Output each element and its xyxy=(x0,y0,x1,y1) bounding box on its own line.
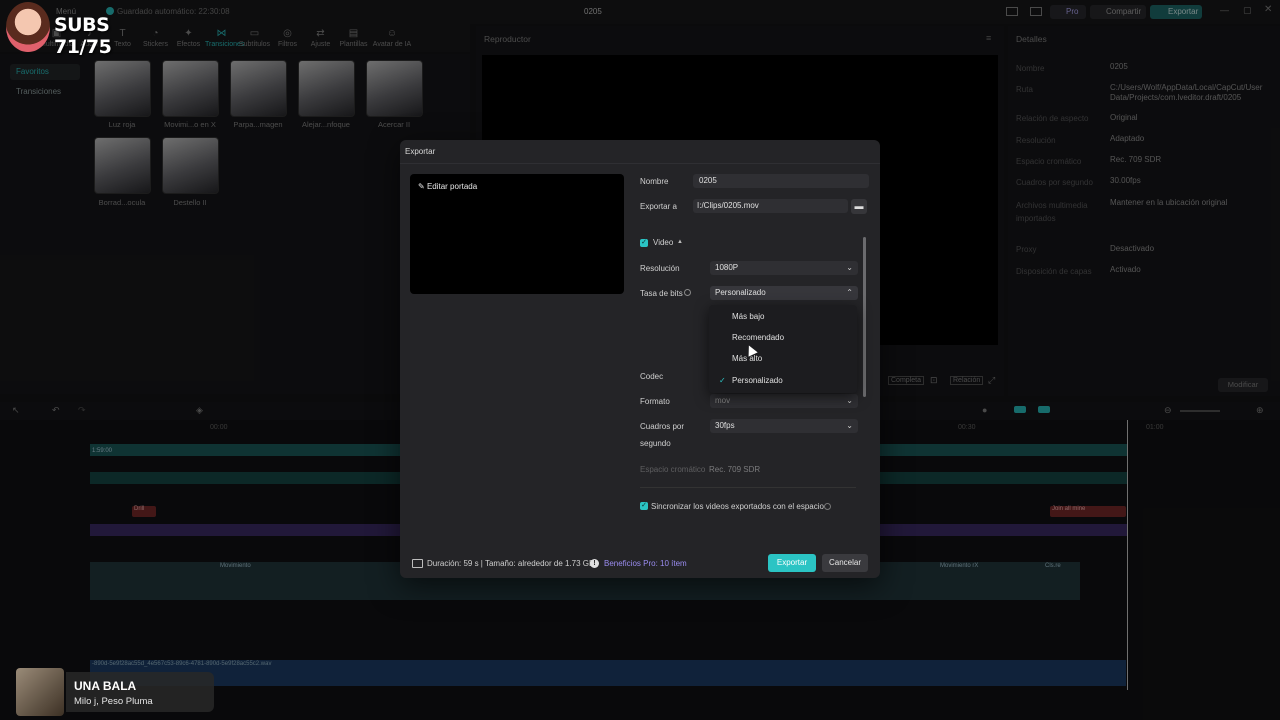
subs-counter: SUBS 71/75 xyxy=(54,14,112,58)
streamer-avatar xyxy=(6,2,50,52)
bitrate-option-custom[interactable]: Personalizado xyxy=(732,376,783,385)
bitrate-option-lowest[interactable]: Más bajo xyxy=(732,312,764,321)
colorspace-value: Rec. 709 SDR xyxy=(709,465,761,474)
fps-label-line2: segundo xyxy=(640,439,671,448)
resolution-select[interactable]: 1080P ⌄ xyxy=(710,261,858,275)
edit-cover-button[interactable]: ✎ Editar portada xyxy=(418,182,477,191)
subs-counter-widget: SUBS 71/75 xyxy=(0,0,160,58)
chevron-down-icon: ⌄ xyxy=(846,421,853,430)
chevron-down-icon: ⌄ xyxy=(846,263,853,272)
check-icon: ✓ xyxy=(719,376,726,385)
fps-select[interactable]: 30fps ⌄ xyxy=(710,419,858,433)
now-playing-box: UNA BALA Milo j, Peso Pluma xyxy=(66,672,214,712)
bitrate-dropdown: Más bajo Recomendado Más alto ✓ Personal… xyxy=(709,305,857,393)
divider xyxy=(640,487,856,488)
format-select[interactable]: mov ⌄ xyxy=(710,394,858,408)
scrollbar[interactable] xyxy=(863,237,866,397)
export-to-label: Exportar a xyxy=(640,202,677,211)
info-icon[interactable] xyxy=(684,289,691,296)
export-button[interactable]: Exportar xyxy=(768,554,816,572)
fps-label: Cuadros por xyxy=(640,422,685,431)
bitrate-select[interactable]: Personalizado ⌃ xyxy=(710,286,858,300)
export-path-input[interactable]: I:/Clips/0205.mov xyxy=(693,199,848,213)
album-cover xyxy=(16,668,64,716)
chevron-up-icon: ⌃ xyxy=(846,288,853,297)
sync-checkbox[interactable]: ✓ xyxy=(640,502,648,510)
film-icon xyxy=(412,559,423,568)
bitrate-option-recommended[interactable]: Recomendado xyxy=(732,333,784,342)
cancel-button[interactable]: Cancelar xyxy=(822,554,868,572)
resolution-label: Resolución xyxy=(640,264,680,273)
cover-preview[interactable]: ✎ Editar portada xyxy=(410,174,624,294)
duration-size-info: Duración: 59 s | Tamaño: alrededor de 1.… xyxy=(427,559,595,568)
info-icon[interactable]: ! xyxy=(590,559,599,568)
collapse-icon[interactable]: ▲ xyxy=(677,239,683,245)
codec-label: Codec xyxy=(640,372,664,381)
chevron-down-icon: ⌄ xyxy=(846,396,853,405)
dialog-header: Exportar xyxy=(400,140,880,164)
name-input[interactable]: 0205 xyxy=(693,174,869,188)
dialog-title: Exportar xyxy=(405,147,436,156)
folder-icon[interactable]: ▬ xyxy=(851,199,867,214)
now-playing-widget: UNA BALA Milo j, Peso Pluma xyxy=(16,668,214,716)
song-title: UNA BALA xyxy=(74,679,137,693)
info-icon[interactable] xyxy=(824,503,831,510)
pencil-icon: ✎ xyxy=(418,182,427,191)
name-label: Nombre xyxy=(640,177,669,186)
video-checkbox[interactable]: ✓ xyxy=(640,239,648,247)
colorspace-label: Espacio cromático xyxy=(640,465,706,474)
bitrate-label: Tasa de bits xyxy=(640,289,683,298)
sync-label: Sincronizar los videos exportados con el… xyxy=(651,502,824,511)
video-section-label: Video xyxy=(653,238,674,247)
export-dialog: Exportar ✎ Editar portada Nombre 0205 Ex… xyxy=(400,140,880,578)
format-label: Formato xyxy=(640,397,670,406)
song-artist: Milo j, Peso Pluma xyxy=(74,696,153,707)
dialog-footer: Duración: 59 s | Tamaño: alrededor de 1.… xyxy=(400,548,880,578)
pro-benefits-link[interactable]: Beneficios Pro: 10 ítem xyxy=(604,559,687,568)
